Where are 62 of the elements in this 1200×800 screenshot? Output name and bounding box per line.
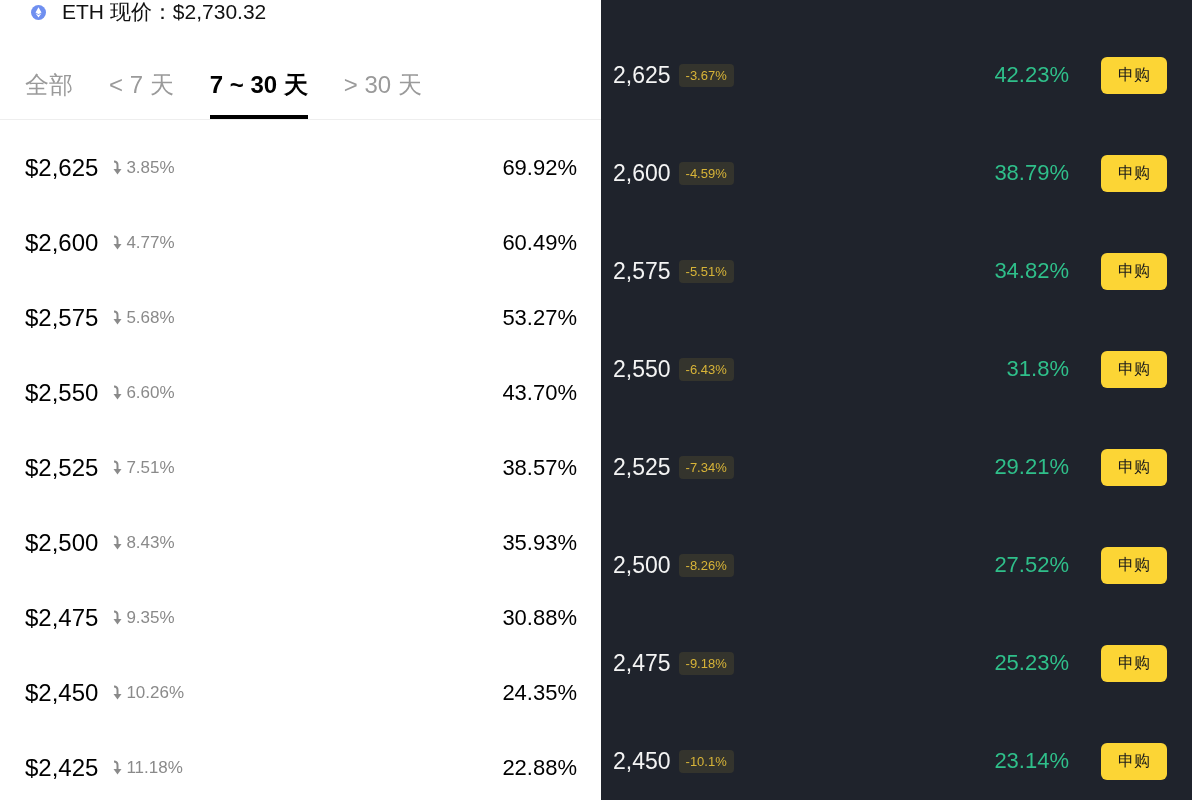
strike-price: $2,500 (25, 528, 99, 557)
yield-rate: 24.35% (502, 679, 577, 706)
price-change: 11.18% (126, 757, 183, 778)
yield-rate: 38.57% (502, 454, 577, 481)
strike-price: 2,525 (613, 453, 671, 481)
strike-price: $2,550 (25, 378, 99, 407)
strike-price: 2,550 (613, 355, 671, 383)
yield-rate: 42.23% (994, 62, 1069, 88)
strike-price: $2,575 (25, 303, 99, 332)
eth-coin-icon (31, 4, 46, 20)
yield-rate: 25.23% (994, 650, 1069, 676)
price-change-badge: -8.26% (678, 553, 734, 577)
price-change: 5.68% (126, 307, 175, 328)
subscribe-button[interactable]: 申购 (1101, 252, 1167, 290)
period-tab[interactable]: 7 ~ 30 天 (209, 69, 308, 119)
price-change: 3.85% (126, 157, 175, 178)
price-change: 6.60% (126, 382, 175, 403)
yield-rate: 53.27% (502, 304, 577, 331)
yield-rate: 30.88% (502, 604, 577, 631)
strike-price: $2,625 (25, 153, 99, 182)
price-change: 4.77% (126, 232, 175, 253)
subscribe-button[interactable]: 申购 (1101, 742, 1167, 780)
price-change-badge: -10.1% (678, 749, 734, 773)
price-change-badge: -7.34% (678, 455, 734, 479)
price-change-badge: -4.59% (678, 161, 734, 185)
strike-price: 2,450 (613, 747, 671, 775)
strike-price: 2,475 (613, 649, 671, 677)
subscribe-button[interactable]: 申购 (1101, 644, 1167, 682)
price-change: 7.51% (126, 457, 175, 478)
subscribe-button[interactable]: 申购 (1101, 56, 1167, 94)
strike-price: 2,625 (613, 61, 671, 89)
strike-price: $2,600 (25, 228, 99, 257)
strike-price: $2,475 (25, 603, 99, 632)
strike-price: $2,525 (25, 453, 99, 482)
eth-price-label: ETH 现价：$2,730.32 (62, 0, 267, 24)
price-change: 10.26% (126, 682, 185, 703)
yield-rate: 35.93% (502, 529, 577, 556)
yield-rate: 23.14% (994, 748, 1069, 774)
subscribe-button[interactable]: 申购 (1101, 448, 1167, 486)
strike-price: $2,450 (25, 678, 99, 707)
price-change: 9.35% (126, 607, 175, 628)
yield-rate: 43.70% (502, 379, 577, 406)
yield-rate: 27.52% (994, 552, 1069, 578)
yield-rate: 31.8% (1006, 356, 1069, 382)
subscribe-button[interactable]: 申购 (1101, 546, 1167, 584)
strike-price: 2,500 (613, 551, 671, 579)
price-change-badge: -6.43% (678, 357, 734, 381)
subscribe-button[interactable]: 申购 (1101, 350, 1167, 388)
yield-rate: 69.92% (502, 154, 577, 181)
subscribe-button[interactable]: 申购 (1101, 154, 1167, 192)
yield-rate: 29.21% (994, 454, 1069, 480)
price-change: 8.43% (126, 532, 175, 553)
yield-rate: 22.88% (502, 754, 577, 781)
strike-price: 2,600 (613, 159, 671, 187)
price-change-badge: -5.51% (678, 259, 734, 283)
yield-rate: 60.49% (502, 229, 577, 256)
price-change-badge: -9.18% (678, 651, 734, 675)
yield-rate: 38.79% (994, 160, 1069, 186)
price-change-badge: -3.67% (678, 63, 734, 87)
strike-price: $2,425 (25, 753, 99, 782)
yield-rate: 34.82% (994, 258, 1069, 284)
strike-price: 2,575 (613, 257, 671, 285)
